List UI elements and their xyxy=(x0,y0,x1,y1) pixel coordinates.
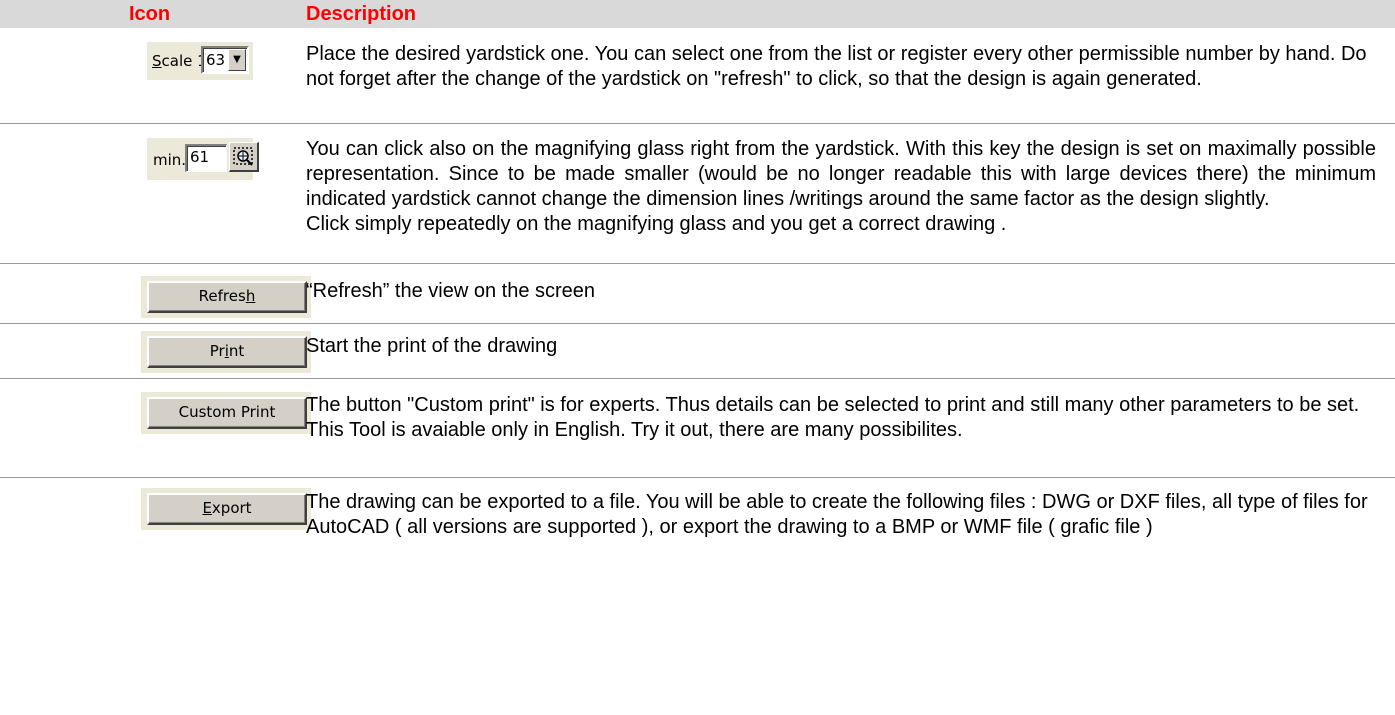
row-description: Start the print of the drawing xyxy=(306,335,558,357)
row-description: Place the desired yardstick one. You can… xyxy=(306,43,1367,90)
table-header: Icon Description xyxy=(0,0,1395,28)
row-description: “Refresh” the view on the screen xyxy=(306,280,596,302)
row-description: The button "Custom print" is for experts… xyxy=(306,394,1360,441)
row-divider xyxy=(0,477,1395,478)
print-button[interactable]: Print xyxy=(147,336,307,368)
export-button[interactable]: Export xyxy=(147,493,307,525)
icon-column-header: Icon xyxy=(129,3,171,25)
min-scale-control: min. 61 xyxy=(147,138,259,180)
dropdown-arrow-icon[interactable]: ▼ xyxy=(228,49,246,71)
row-description: You can click also on the magnifying gla… xyxy=(306,138,1376,235)
refresh-button[interactable]: Refresh xyxy=(147,281,307,313)
row-divider xyxy=(0,323,1395,324)
row-divider xyxy=(0,263,1395,264)
min-label: min. xyxy=(153,151,187,169)
custom-print-button[interactable]: Custom Print xyxy=(147,397,307,429)
scale-value: 63 xyxy=(206,51,226,69)
description-column-header: Description xyxy=(306,3,417,25)
scale-combobox[interactable]: 63 ▼ xyxy=(201,46,249,74)
row-divider xyxy=(0,378,1395,379)
row-divider xyxy=(0,123,1395,124)
scale-control: Scale 1: 63 ▼ xyxy=(147,42,253,80)
zoom-extents-button[interactable] xyxy=(229,142,259,172)
min-scale-field[interactable]: 61 xyxy=(185,144,227,172)
row-description: The drawing can be exported to a file. Y… xyxy=(306,491,1368,538)
min-scale-value: 61 xyxy=(190,148,210,166)
zoom-extents-icon xyxy=(233,147,253,166)
